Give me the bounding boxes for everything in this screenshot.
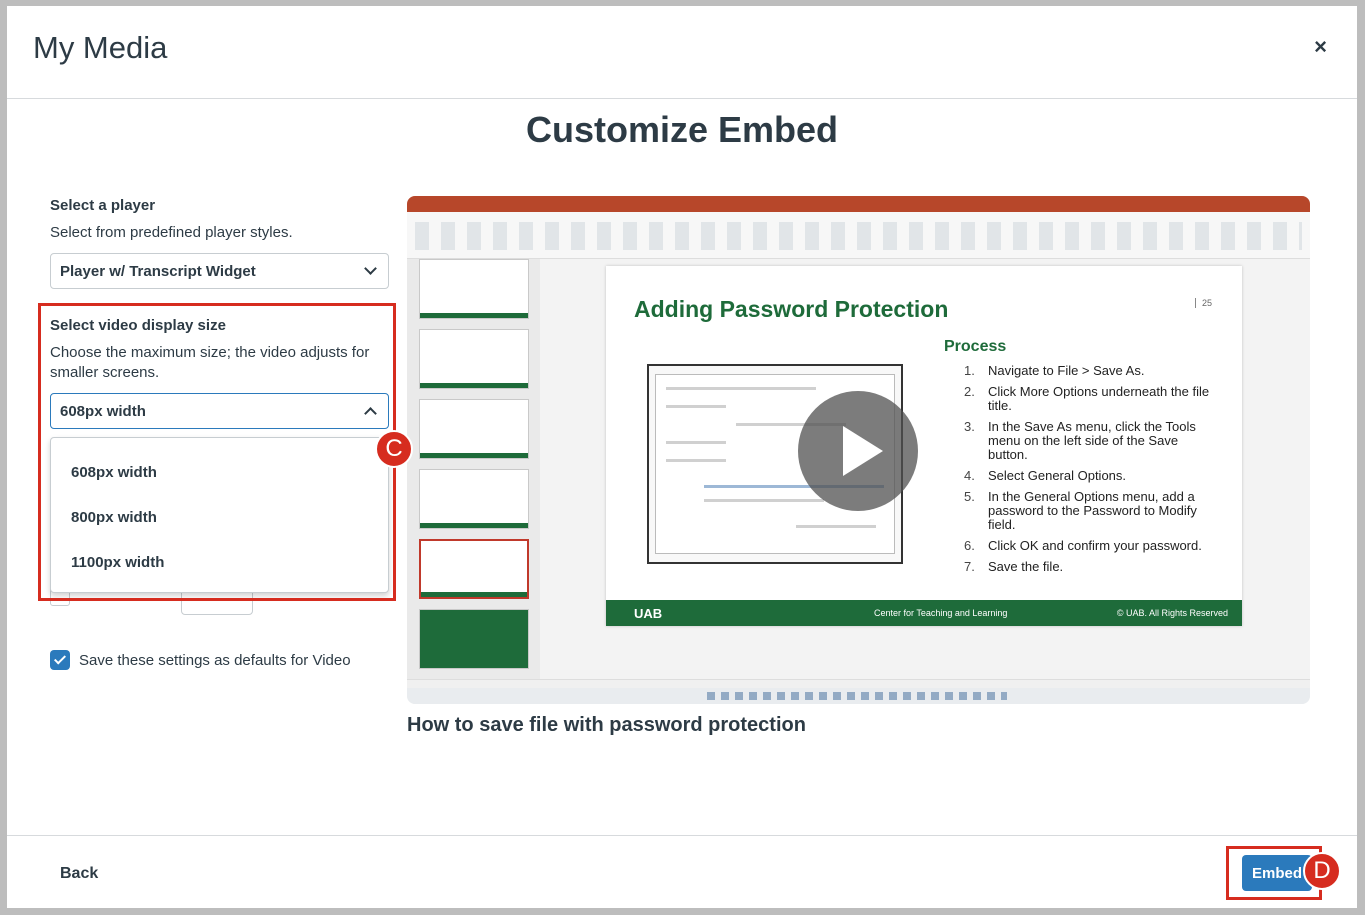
highlight-box-c — [38, 303, 396, 601]
defaults-checkbox[interactable] — [50, 650, 70, 670]
process-step: 2. Click More Options underneath the file… — [964, 384, 1210, 413]
ppt-ribbon — [407, 212, 1310, 259]
play-button[interactable] — [798, 391, 918, 511]
process-step: 3. In the Save As menu, click the Tools m… — [964, 419, 1196, 462]
slide-footer-copyright: © UAB. All Rights Reserved — [1116, 608, 1228, 618]
player-select-value: Player w/ Transcript Widget — [60, 262, 256, 280]
video-preview[interactable]: Adding Password Protection 25 Process 1.… — [407, 196, 1310, 704]
slide-thumbnail — [419, 399, 529, 459]
slide-title: Adding Password Protection — [634, 296, 949, 322]
process-steps: 1. Navigate to File > Save As. 2. Click Mo… — [964, 364, 1214, 581]
play-icon — [843, 426, 883, 476]
ppt-titlebar — [407, 196, 1310, 212]
close-icon[interactable]: × — [1314, 34, 1327, 60]
check-icon — [53, 652, 67, 665]
modal-footer: Back Embed D — [7, 835, 1357, 908]
slide-thumbnail-selected — [419, 539, 529, 599]
slide-thumbnail — [419, 259, 529, 319]
slide: Adding Password Protection 25 Process 1.… — [606, 266, 1242, 626]
player-label: Select a player — [50, 197, 156, 214]
player-description: Select from predefined player styles. — [50, 224, 293, 241]
process-step: 6. Click OK and confirm your password. — [964, 538, 1202, 553]
player-select[interactable]: Player w/ Transcript Widget — [50, 253, 389, 289]
modal-title: My Media — [33, 30, 168, 65]
chevron-down-icon — [364, 262, 377, 275]
process-heading: Process — [944, 338, 1007, 355]
ppt-statusbar — [407, 679, 1310, 688]
modal-header: My Media × — [7, 6, 1357, 99]
process-step: 5. In the General Options menu, add a pas… — [964, 489, 1197, 532]
process-step: 7. Save the file. — [964, 559, 1064, 574]
annotation-badge-c: C — [375, 430, 413, 468]
slide-thumbnails — [407, 259, 540, 679]
slide-footer: UAB Center for Teaching and Learning © U… — [606, 600, 1242, 626]
back-button[interactable]: Back — [60, 865, 98, 883]
process-step: 1. Navigate to File > Save As. — [964, 363, 1145, 378]
slide-number: 25 — [1194, 298, 1212, 308]
video-title: How to save file with password protectio… — [407, 714, 806, 736]
windows-taskbar — [407, 688, 1310, 704]
page-title: Customize Embed — [525, 109, 839, 150]
uab-logo: UAB — [634, 606, 663, 621]
my-media-modal: My Media × Customize Embed Select a play… — [7, 6, 1357, 908]
process-step: 4. Select General Options. — [964, 468, 1127, 483]
slide-thumbnail — [419, 329, 529, 389]
slide-thumbnail — [419, 609, 529, 669]
annotation-badge-d: D — [1303, 852, 1341, 890]
slide-footer-center: Center for Teaching and Learning — [874, 608, 1008, 618]
slide-thumbnail — [419, 469, 529, 529]
defaults-checkbox-label: Save these settings as defaults for Vide… — [79, 652, 351, 669]
